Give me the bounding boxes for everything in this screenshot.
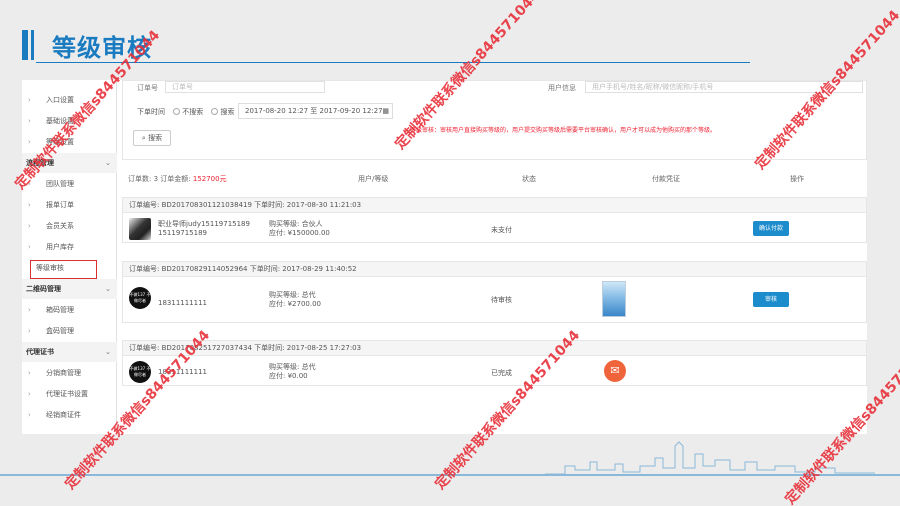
chevron-right-icon: ›: [28, 369, 31, 377]
chevron-right-icon: ›: [28, 327, 31, 335]
sidebar-item-inventory[interactable]: › 用户库存: [22, 237, 117, 257]
review-button[interactable]: 审核: [753, 292, 789, 307]
chevron-down-icon: ⌄: [105, 348, 111, 356]
sidebar-item-dealer-docs[interactable]: › 经销商证件: [22, 405, 117, 425]
sidebar-section-certificate[interactable]: 代理证书 ⌄: [22, 342, 117, 362]
filter-panel: 订单号 订单号 用户信息 用户手机号/姓名/昵称/微信昵称/手机号 下单时间 不…: [122, 80, 867, 160]
order-header: 订单编号: BD20170830112103841​9 下单时间: 2017-0…: [122, 197, 867, 213]
order-no-input[interactable]: 订单号: [165, 81, 325, 93]
avatar: 不做137 不做尽者: [129, 287, 151, 309]
status-text: 已完成: [491, 369, 512, 377]
table-row: 不做137 不做尽者 18311111111 购买等级: 总代 应付: ¥0.00…: [122, 356, 867, 386]
help-note: 等级审核：审核用户直接购买等级的，用户提交购买等级后需要平台审核确认，用户才可以…: [410, 127, 717, 134]
title-accent-bar: [22, 30, 28, 60]
calendar-icon: ▦: [382, 107, 389, 115]
chevron-right-icon: ›: [28, 306, 31, 314]
filter-row-top: 订单号 订单号 用户信息 用户手机号/姓名/昵称/微信昵称/手机号: [123, 81, 867, 93]
chevron-right-icon: ›: [28, 222, 31, 230]
sidebar-item-cert-settings[interactable]: › 代理证书设置: [22, 384, 117, 404]
confirm-payment-button[interactable]: 确认付款: [753, 221, 789, 236]
chevron-right-icon: ›: [28, 201, 31, 209]
order-time-filter: 下单时间 不搜索 搜索: [137, 108, 235, 116]
main-content: 订单号 订单号 用户信息 用户手机号/姓名/昵称/微信昵称/手机号 下单时间 不…: [122, 80, 867, 434]
table-row: 不做137 不做尽者 18311111111 购买等级: 总代 应付: ¥2700…: [122, 277, 867, 323]
radio-no-search[interactable]: [173, 108, 181, 115]
chevron-right-icon: ›: [28, 138, 31, 146]
search-button[interactable]: ⌕ 搜索: [133, 130, 171, 146]
table-header: 订单数: 3 订单金额: 152700元 用户/等级 状态 付款凭证 操作: [128, 175, 804, 183]
chevron-right-icon: ›: [28, 117, 31, 125]
chevron-down-icon: ⌄: [105, 285, 111, 293]
order-header: 订单编号: BD20170829114052964 下单时间: 2017-08-…: [122, 261, 867, 277]
status-text: 未支付: [491, 226, 512, 234]
sidebar-section-qrcode[interactable]: 二维码管理 ⌄: [22, 279, 117, 299]
title-underline: [36, 62, 750, 63]
title-accent-bar-thin: [31, 30, 34, 60]
avatar: 不做137 不做尽者: [129, 361, 151, 383]
payment-proof-image[interactable]: [602, 281, 626, 317]
chevron-right-icon: ›: [28, 243, 31, 251]
date-range-input[interactable]: 2017-08-20 12:27 至 2017-09-20 12:27 ▦: [238, 103, 393, 119]
active-item-highlight: [30, 260, 97, 279]
radio-search[interactable]: [211, 108, 219, 115]
order-total-amount: 152700元: [192, 175, 227, 183]
search-icon: ⌕: [141, 134, 146, 142]
sidebar-item-box-code[interactable]: › 箱码管理: [22, 300, 117, 320]
avatar: [129, 218, 151, 240]
order-header: 订单编号: BD20170825172703743​4 下单时间: 2017-0…: [122, 340, 867, 356]
sidebar-item-members[interactable]: › 会员关系: [22, 216, 117, 236]
chevron-down-icon: ⌄: [105, 159, 111, 167]
mail-icon[interactable]: ✉: [604, 360, 626, 382]
chevron-right-icon: ›: [28, 411, 31, 419]
sidebar-item-carton-code[interactable]: › 盒码管理: [22, 321, 117, 341]
sidebar-item-distributors[interactable]: › 分销商管理: [22, 363, 117, 383]
table-row: 职业导师judy15119715189 15119715189 购买等级: 合伙人…: [122, 213, 867, 243]
chevron-right-icon: ›: [28, 96, 31, 104]
sidebar-item-orders[interactable]: › 报单订单: [22, 195, 117, 215]
chevron-right-icon: ›: [28, 390, 31, 398]
status-text: 待审核: [491, 296, 512, 304]
